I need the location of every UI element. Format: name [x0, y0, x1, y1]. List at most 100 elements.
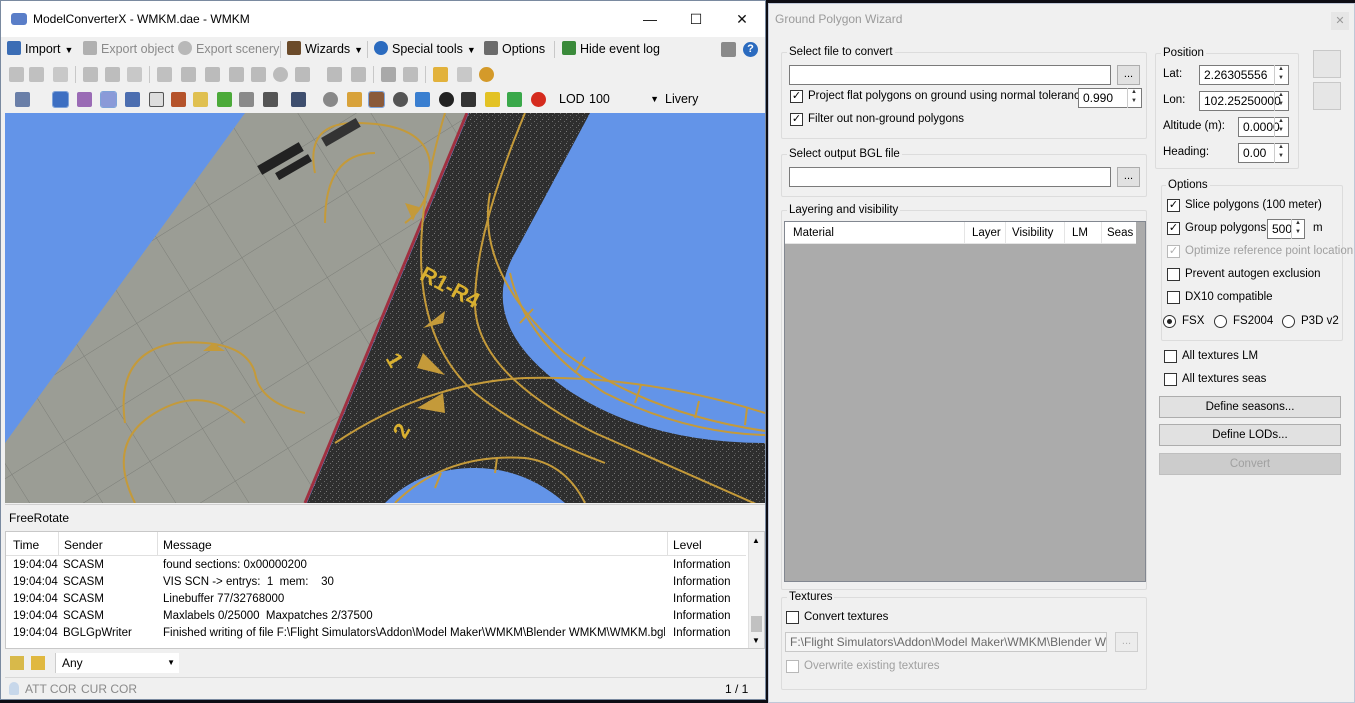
tool-icon[interactable] [251, 67, 266, 82]
table-row[interactable]: 19:04:04 BGLGpWriter Finished writing of… [6, 625, 746, 642]
browse-texture-button[interactable]: ... [1115, 632, 1138, 652]
pin-icon[interactable] [105, 67, 120, 82]
column-header-sender[interactable]: Sender [64, 538, 103, 552]
material-icon[interactable] [193, 92, 208, 107]
light-icon[interactable] [485, 92, 500, 107]
wizards-button[interactable]: Wizards ▼ [287, 40, 363, 59]
weight-icon[interactable] [461, 92, 476, 107]
heading-spinner[interactable]: ▲ ▼ [1274, 143, 1287, 163]
gear-view-icon[interactable] [323, 92, 338, 107]
terrain-icon[interactable] [217, 92, 232, 107]
optimize-reference-checkbox[interactable]: ✓ [1167, 245, 1180, 258]
import-button[interactable]: Import ▼ [7, 40, 73, 59]
film-icon[interactable] [205, 67, 220, 82]
path-icon[interactable] [415, 92, 430, 107]
figure-icon[interactable] [351, 67, 366, 82]
define-lods-button[interactable]: Define LODs... [1159, 424, 1341, 446]
plane-icon[interactable] [263, 92, 278, 107]
scroll-down-icon[interactable]: ▼ [752, 636, 760, 645]
all-textures-seas-checkbox[interactable] [1164, 373, 1177, 386]
help-icon[interactable]: ? [743, 42, 758, 57]
color-cube-icon[interactable] [347, 92, 362, 107]
group-distance-spinner[interactable]: ▲ ▼ [1291, 219, 1304, 239]
livery-dropdown[interactable]: Livery [665, 90, 698, 109]
table-row[interactable]: 19:04:04 SCASM Linebuffer 77/32768000 In… [6, 591, 746, 608]
group-polygons-checkbox[interactable]: ✓ [1167, 222, 1180, 235]
nodes-icon[interactable] [327, 67, 342, 82]
dx10-checkbox[interactable] [1167, 291, 1180, 304]
prevent-autogen-checkbox[interactable] [1167, 268, 1180, 281]
log-scrollbar[interactable]: ▲ ▼ [748, 532, 764, 648]
ball-icon[interactable] [393, 92, 408, 107]
note-icon[interactable] [10, 656, 24, 670]
grid-icon[interactable] [127, 67, 142, 82]
filter-non-ground-checkbox[interactable]: ✓ [790, 113, 803, 126]
column-header-seas[interactable]: Seas [1107, 227, 1133, 239]
cube-icon[interactable] [149, 92, 164, 107]
output-file-input[interactable] [789, 167, 1111, 187]
import-position-icon[interactable] [1313, 50, 1341, 78]
options-button[interactable]: Options [484, 40, 545, 59]
column-header-visibility[interactable]: Visibility [1012, 227, 1053, 239]
column-header-message[interactable]: Message [163, 538, 212, 552]
redo-icon[interactable] [457, 67, 472, 82]
source-file-input[interactable] [789, 65, 1111, 85]
browse-source-button[interactable]: ... [1117, 65, 1140, 85]
convert-textures-checkbox[interactable] [786, 611, 799, 624]
texture-icon[interactable] [181, 67, 196, 82]
column-header-material[interactable]: Material [793, 227, 834, 239]
grid-toggle-icon[interactable] [52, 91, 69, 108]
clock-icon[interactable] [479, 67, 494, 82]
shape-icon[interactable] [295, 67, 310, 82]
convert-button[interactable]: Convert [1159, 453, 1341, 475]
lod-dropdown[interactable]: 100 ▼ [589, 90, 661, 109]
column-header-level[interactable]: Level [673, 538, 702, 552]
sphere-icon[interactable] [273, 67, 288, 82]
all-textures-lm-checkbox[interactable] [1164, 350, 1177, 363]
project-flat-checkbox[interactable]: ✓ [790, 90, 803, 103]
folder-icon[interactable] [1313, 82, 1341, 110]
wireframe-icon[interactable] [125, 92, 140, 107]
back-arrow-icon[interactable] [9, 67, 24, 82]
altitude-spinner[interactable]: ▲ ▼ [1274, 117, 1287, 137]
column-header-lm[interactable]: LM [1072, 227, 1088, 239]
screen-icon[interactable] [381, 67, 396, 82]
format-p3d-radio[interactable] [1282, 315, 1295, 328]
page-icon[interactable] [53, 67, 68, 82]
minimize-icon[interactable]: — [627, 1, 673, 37]
overwrite-textures-checkbox[interactable] [786, 660, 799, 673]
brick-icon[interactable] [171, 92, 186, 107]
export-scenery-button[interactable]: Export scenery [178, 40, 279, 59]
texture-view-icon[interactable] [368, 91, 385, 108]
tomato-icon[interactable] [531, 92, 546, 107]
tolerance-spinner[interactable]: ▲ ▼ [1127, 88, 1140, 108]
list-icon[interactable] [403, 67, 418, 82]
column-header-layer[interactable]: Layer [972, 227, 1001, 239]
scroll-thumb[interactable] [751, 616, 762, 632]
format-fsx-radio[interactable] [1163, 315, 1176, 328]
pencil-icon[interactable] [100, 91, 117, 108]
axis-icon[interactable] [77, 92, 92, 107]
level-filter-dropdown[interactable]: Any ▼ [55, 653, 179, 673]
image-icon[interactable] [157, 67, 172, 82]
export-object-button[interactable]: Export object [83, 40, 174, 59]
camera-icon[interactable] [291, 92, 306, 107]
lat-spinner[interactable]: ▲ ▼ [1274, 65, 1287, 85]
zoom-icon[interactable] [83, 67, 98, 82]
hide-event-log-button[interactable]: Hide event log [562, 40, 660, 59]
column-header-time[interactable]: Time [13, 538, 39, 552]
maximize-icon[interactable]: ☐ [673, 1, 719, 37]
special-tools-button[interactable]: Special tools ▼ [374, 40, 476, 59]
fit-view-icon[interactable] [15, 92, 30, 107]
table-row[interactable]: 19:04:04 SCASM VIS SCN -> entrys: 1 mem:… [6, 574, 746, 591]
broom-icon[interactable] [31, 656, 45, 670]
table-row[interactable]: 19:04:04 SCASM Maxlabels 0/25000 Maxpatc… [6, 608, 746, 625]
texture-path-input[interactable]: F:\Flight Simulators\Addon\Model Maker\W… [785, 632, 1107, 652]
hd-icon[interactable] [239, 92, 254, 107]
scroll-up-icon[interactable]: ▲ [752, 536, 760, 545]
3d-viewport[interactable]: R1-R4 1 2 [5, 113, 765, 503]
checker-ball-icon[interactable] [439, 92, 454, 107]
close-icon[interactable]: ✕ [719, 1, 765, 37]
refresh-icon[interactable] [507, 92, 522, 107]
doc-icon[interactable] [229, 67, 244, 82]
